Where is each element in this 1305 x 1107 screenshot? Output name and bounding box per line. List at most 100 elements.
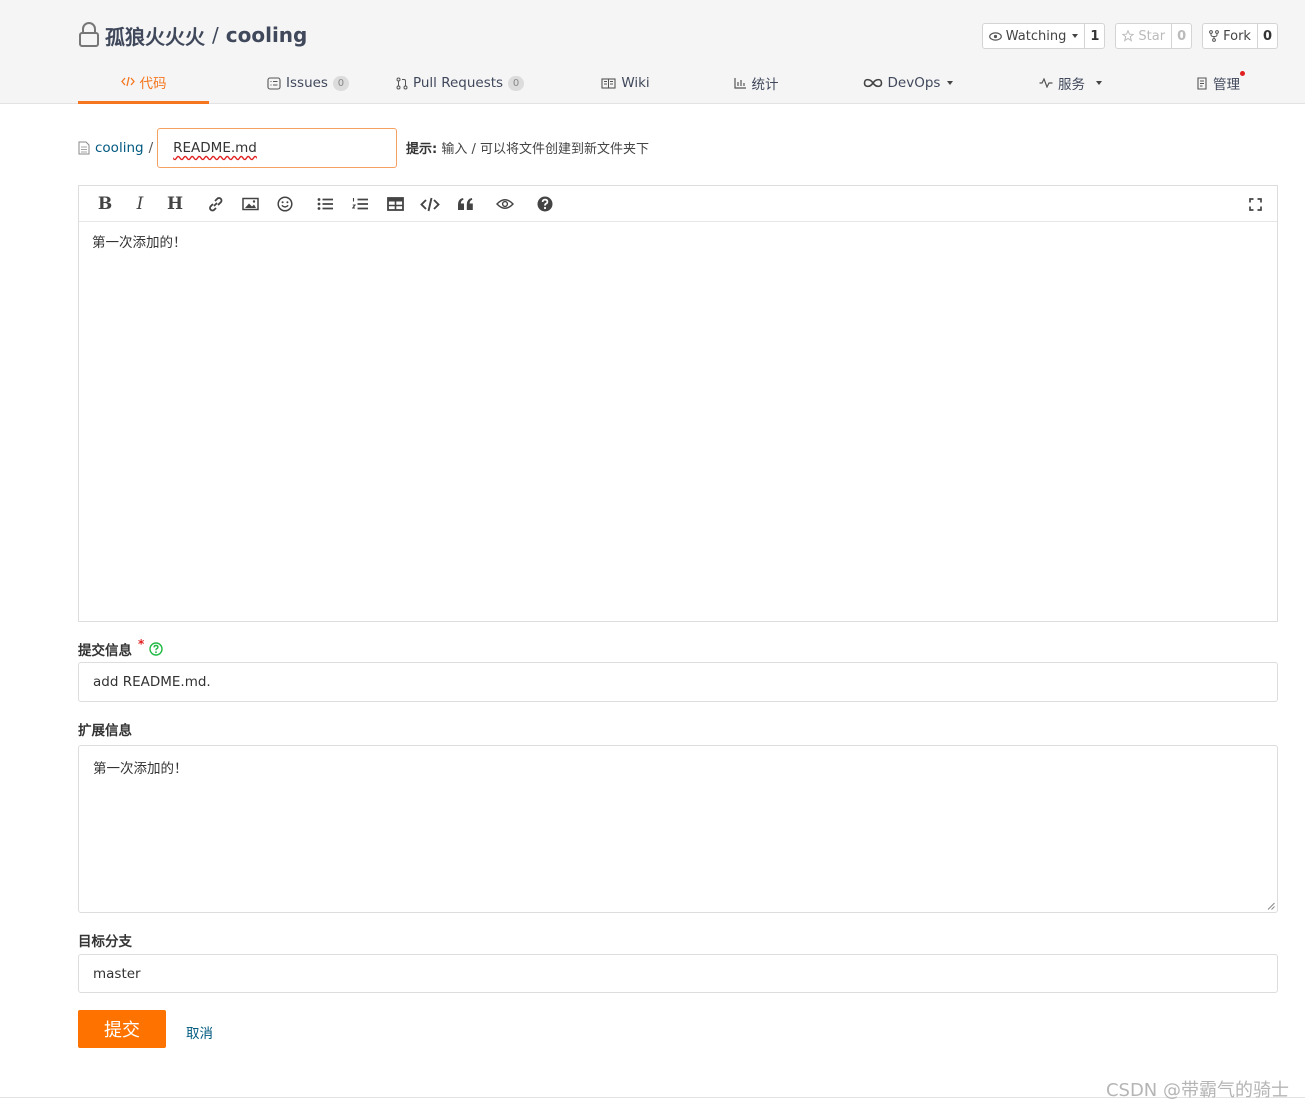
tab-stats[interactable]: 统计 [711, 62, 801, 104]
commit-message-label-text: 提交信息 [78, 643, 132, 659]
fullscreen-button[interactable] [1244, 193, 1266, 215]
pulse-icon [1039, 78, 1053, 88]
pull-requests-count-badge: 0 [508, 75, 525, 91]
resize-handle-icon[interactable] [1267, 902, 1275, 910]
path-separator: / [148, 140, 154, 156]
settings-doc-icon [1197, 76, 1207, 90]
hint-label: 提示: [406, 142, 438, 157]
fork-icon [1209, 30, 1220, 42]
issues-icon [267, 76, 281, 90]
tab-manage[interactable]: 管理 [1173, 62, 1263, 104]
chevron-down-icon [947, 81, 954, 85]
fork-button[interactable]: Fork 0 [1202, 23, 1278, 49]
filename-value: README.md [173, 140, 257, 156]
watermark: CSDN @带霸气的骑士 [1105, 1080, 1289, 1101]
fork-label: Fork [1223, 28, 1251, 44]
book-icon [601, 77, 616, 89]
extended-message-value: 第一次添加的！ [93, 761, 188, 777]
lock-icon [79, 22, 99, 47]
code-button[interactable] [419, 193, 441, 215]
code-icon [120, 76, 135, 87]
commit-message-label: 提交信息 * [78, 637, 163, 659]
tab-code-label: 代码 [139, 75, 167, 92]
star-count[interactable]: 0 [1171, 24, 1191, 48]
preview-button[interactable] [494, 193, 516, 215]
tab-issues-label: Issues [286, 75, 328, 91]
question-circle-icon [537, 196, 553, 212]
extended-message-label: 扩展信息 [78, 723, 132, 739]
quote-button[interactable] [454, 193, 476, 215]
star-icon [1122, 30, 1135, 42]
table-icon [386, 197, 404, 211]
tab-pull-requests[interactable]: Pull Requests 0 [390, 62, 530, 104]
tab-services-label: 服务 [1058, 77, 1085, 93]
repo-header: 孤狼火火火 / cooling Watching 1 Star 0 Fork 0 [0, 0, 1305, 104]
chevron-down-icon [1072, 34, 1079, 38]
watching-button[interactable]: Watching 1 [981, 23, 1106, 49]
path-hint: 提示: 输入 / 可以将文件创建到新文件夹下 [406, 138, 649, 157]
commit-message-input[interactable]: add README.md. [78, 662, 1278, 702]
tab-wiki-label: Wiki [621, 75, 650, 91]
tab-devops-label: DevOps [887, 75, 941, 91]
tab-services[interactable]: 服务 [1023, 62, 1118, 104]
repo-name-link[interactable]: cooling [226, 23, 308, 47]
watching-label: Watching [1005, 28, 1067, 44]
heading-button[interactable]: H [164, 193, 186, 215]
extended-message-textarea[interactable]: 第一次添加的！ [78, 745, 1278, 913]
code-icon [420, 197, 440, 211]
numbered-list-icon [351, 197, 368, 209]
italic-icon: I [136, 194, 144, 214]
tab-code[interactable]: 代码 [78, 62, 209, 104]
tab-pull-requests-label: Pull Requests [412, 75, 504, 91]
file-icon [78, 141, 90, 155]
bullet-list-button[interactable] [314, 193, 336, 215]
tab-issues[interactable]: Issues 0 [238, 62, 378, 104]
required-mark: * [138, 637, 145, 651]
star-label: Star [1138, 28, 1166, 44]
eye-icon [988, 31, 1002, 41]
cancel-link[interactable]: 取消 [186, 1022, 213, 1042]
eye-icon [496, 199, 514, 209]
repo-tabs: 代码 Issues 0 Pull Requests 0 Wiki 统计 DevO… [78, 62, 1278, 104]
editor-toolbar: B I H [79, 186, 1277, 222]
hint-text: 输入 / 可以将文件创建到新文件夹下 [441, 142, 649, 157]
pull-request-icon [396, 77, 408, 89]
fork-count[interactable]: 0 [1256, 24, 1277, 48]
editor-textarea[interactable]: 第一次添加的！ [79, 222, 1277, 260]
help-button[interactable] [534, 193, 556, 215]
target-branch-label: 目标分支 [78, 934, 132, 950]
repo-owner-link[interactable]: 孤狼火火火 [105, 21, 205, 50]
link-icon [208, 196, 222, 211]
numbered-list-button[interactable] [349, 193, 371, 215]
notification-dot [1240, 71, 1245, 76]
bold-button[interactable]: B [94, 193, 116, 215]
image-icon [241, 197, 259, 211]
heading-icon: H [166, 194, 184, 214]
submit-button[interactable]: 提交 [78, 1010, 166, 1048]
bar-chart-icon [733, 78, 746, 89]
repo-title: 孤狼火火火 / cooling [78, 20, 307, 50]
link-button[interactable] [204, 193, 226, 215]
italic-button[interactable]: I [129, 193, 151, 215]
bold-icon: B [97, 194, 113, 214]
tab-manage-label: 管理 [1213, 77, 1240, 93]
repo-root-link[interactable]: cooling [95, 140, 144, 156]
fullscreen-icon [1248, 197, 1262, 211]
watching-count[interactable]: 1 [1084, 24, 1104, 48]
chevron-down-icon [1096, 81, 1102, 85]
file-path-row: cooling / README.md [78, 128, 398, 168]
star-button[interactable]: Star 0 [1115, 23, 1193, 49]
infinity-icon [863, 78, 882, 88]
repo-separator: / [212, 23, 219, 47]
help-circle-icon[interactable] [149, 642, 163, 656]
filename-input[interactable]: README.md [157, 128, 398, 168]
bullet-list-icon [317, 198, 333, 210]
tab-stats-label: 统计 [751, 77, 779, 93]
target-branch-input[interactable]: master [78, 954, 1278, 993]
image-button[interactable] [239, 193, 261, 215]
issues-count-badge: 0 [332, 75, 349, 91]
table-button[interactable] [384, 193, 406, 215]
emoji-button[interactable] [274, 193, 296, 215]
tab-devops[interactable]: DevOps [853, 62, 963, 104]
tab-wiki[interactable]: Wiki [583, 62, 668, 104]
